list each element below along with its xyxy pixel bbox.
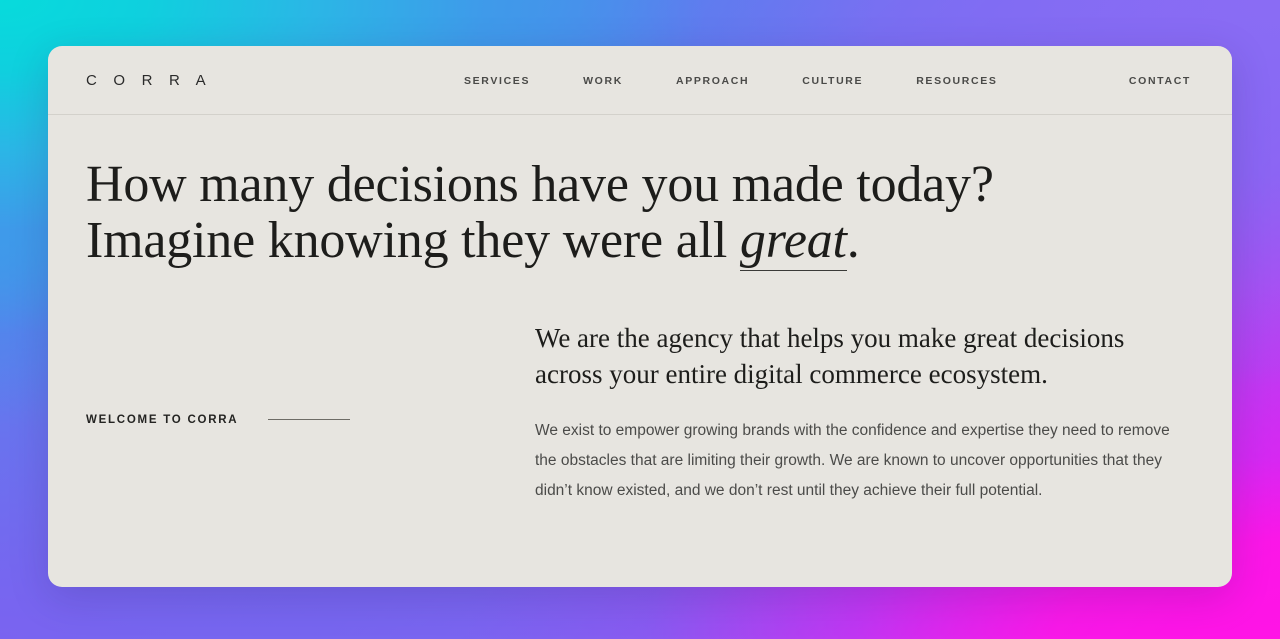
- nav-item-resources[interactable]: RESOURCES: [916, 75, 997, 87]
- nav-item-approach[interactable]: APPROACH: [676, 75, 749, 87]
- nav-item-services[interactable]: SERVICES: [464, 75, 530, 87]
- headline-line-2-prefix: Imagine knowing they were all: [86, 212, 740, 269]
- nav-item-culture[interactable]: CULTURE: [802, 75, 863, 87]
- headline-line-2: Imagine knowing they were all great.: [86, 212, 1194, 271]
- eyebrow-rule-divider: [268, 419, 351, 420]
- intro-right-column: We are the agency that helps you make gr…: [535, 320, 1194, 506]
- headline-line-1: How many decisions have you made today?: [86, 156, 994, 213]
- intro-eyebrow-label: WELCOME TO CORRA: [86, 413, 239, 426]
- intro-section: WELCOME TO CORRA We are the agency that …: [48, 269, 1232, 506]
- site-header: C O R R A SERVICES WORK APPROACH CULTURE…: [48, 46, 1232, 115]
- nav-item-work[interactable]: WORK: [583, 75, 623, 87]
- brand-logo[interactable]: C O R R A: [86, 72, 212, 89]
- intro-left-column: WELCOME TO CORRA: [86, 320, 535, 506]
- hero-section: How many decisions have you made today? …: [48, 115, 1232, 271]
- intro-body-paragraph: We exist to empower growing brands with …: [535, 422, 1170, 499]
- intro-lead-paragraph: We are the agency that helps you make gr…: [535, 323, 1125, 389]
- headline-line-2-suffix: .: [846, 212, 860, 269]
- nav-item-contact[interactable]: CONTACT: [1129, 46, 1191, 115]
- main-navigation: SERVICES WORK APPROACH CULTURE RESOURCES: [464, 46, 998, 115]
- headline-emphasis: great: [739, 212, 847, 271]
- page-card: C O R R A SERVICES WORK APPROACH CULTURE…: [48, 46, 1232, 587]
- hero-headline: How many decisions have you made today? …: [86, 156, 1194, 271]
